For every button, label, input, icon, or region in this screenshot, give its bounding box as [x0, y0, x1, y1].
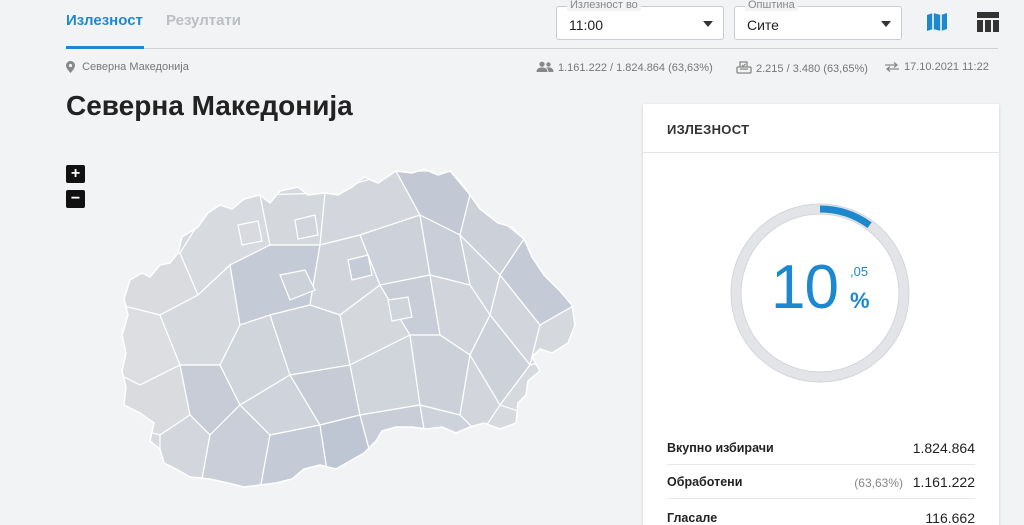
municipality-label: Општина [745, 0, 798, 11]
updated-text: 17.10.2021 11:22 [904, 61, 989, 73]
municipality-value: Сите [747, 17, 779, 33]
location-pin-icon [66, 61, 75, 73]
page-title: Северна Македонија [66, 90, 353, 121]
tab-results[interactable]: Резултати [166, 12, 241, 29]
topbar-divider [66, 48, 998, 49]
stat-row-voted: Гласале 116.662 [667, 501, 975, 525]
turnout-time-value: 11:00 [569, 17, 603, 33]
stat-label: Обработени [667, 475, 743, 489]
map-view-button[interactable] [926, 11, 948, 38]
info-row: Северна Македонија 1.161.222 / 1.824.864… [0, 61, 1024, 77]
turnout-percent-decimal: ,05 [850, 264, 869, 279]
stations-stat: 2.215 / 3.480 (63,65%) [736, 61, 868, 75]
stat-label: Вкупно избирачи [667, 441, 774, 455]
stat-value: 1.824.864 [912, 440, 975, 456]
zoom-in-button[interactable]: + [66, 165, 85, 183]
sync-arrows-icon [885, 62, 899, 72]
caret-down-icon [703, 21, 713, 27]
stat-row-total-voters: Вкупно избирачи 1.824.864 [667, 431, 975, 465]
panel-title: ИЗЛЕЗНОСТ [643, 104, 999, 153]
stat-value: 116.662 [925, 510, 975, 525]
stat-label: Гласале [667, 511, 718, 525]
turnout-panel: ИЗЛЕЗНОСТ 10 ,05 % Вкупно избирачи 1.824… [643, 104, 999, 525]
turnout-percent-integer: 10 [771, 253, 839, 322]
tab-turnout[interactable]: Излезност [66, 12, 143, 29]
caret-down-icon [881, 21, 891, 27]
top-bar: Излезност Резултати Излезност во 11:00 О… [0, 0, 1024, 51]
municipality-select[interactable]: Општина Сите [734, 0, 902, 40]
location-breadcrumb: Северна Македонија [66, 61, 189, 76]
active-tab-indicator [66, 46, 144, 49]
voters-text: 1.161.222 / 1.824.864 (63,63%) [558, 62, 713, 74]
location-text: Северна Македонија [82, 61, 189, 73]
turnout-percent-sign: % [850, 288, 870, 313]
turnout-time-label: Излезност во [567, 0, 641, 11]
last-updated: 17.10.2021 11:22 [884, 61, 989, 73]
stat-row-processed: Обработени (63,63%) 1.161.222 [667, 465, 975, 499]
people-icon [536, 61, 554, 72]
table-view-button[interactable] [976, 11, 1000, 38]
zoom-out-button[interactable]: − [66, 190, 85, 208]
map-regions [122, 169, 575, 487]
stat-value: 1.161.222 [912, 474, 975, 490]
municipality-map[interactable] [120, 165, 580, 490]
stations-text: 2.215 / 3.480 (63,65%) [756, 63, 868, 75]
map-icon [927, 13, 947, 31]
ballot-box-icon [736, 61, 752, 74]
turnout-time-select[interactable]: Излезност во 11:00 [556, 0, 724, 40]
stat-percent: (63,63%) [854, 476, 903, 490]
table-icon [977, 12, 999, 32]
voters-stat: 1.161.222 / 1.824.864 (63,63%) [536, 61, 713, 74]
